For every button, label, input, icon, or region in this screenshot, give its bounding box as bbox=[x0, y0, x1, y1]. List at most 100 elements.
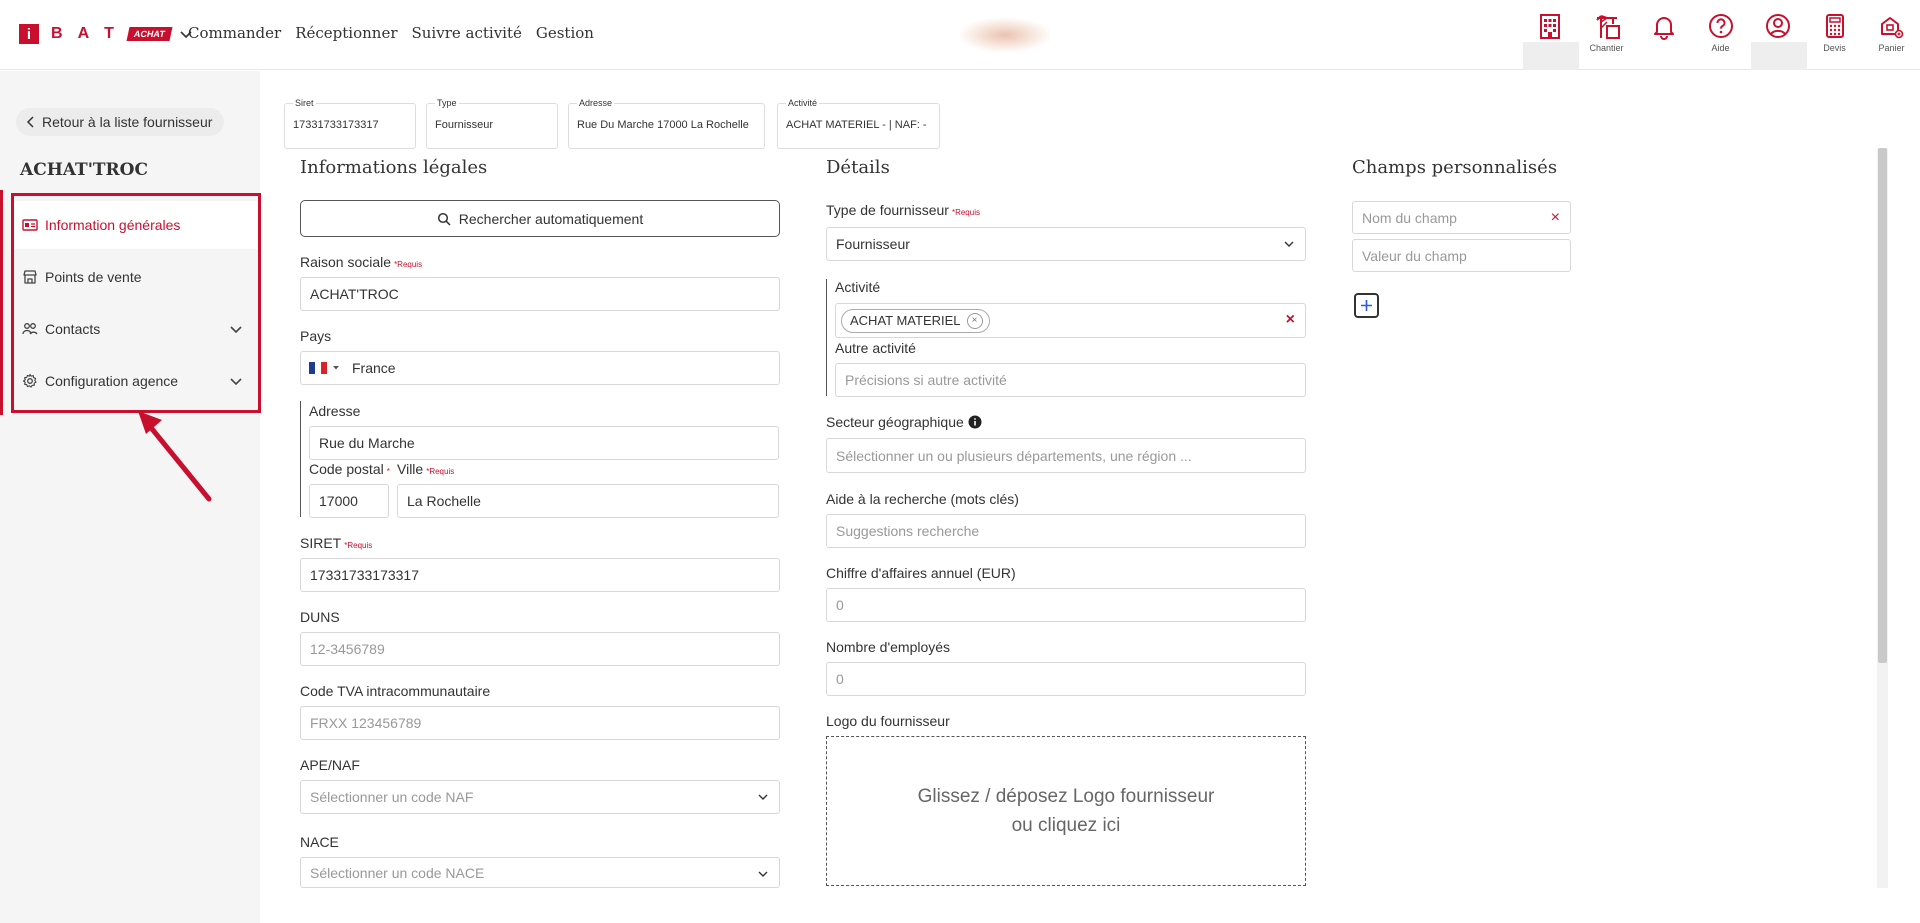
custom-field-value-input[interactable]: Valeur du champ bbox=[1352, 239, 1571, 272]
scrollbar-thumb[interactable] bbox=[1878, 148, 1887, 663]
ape-naf-label: APE/NAF bbox=[300, 757, 360, 773]
search-icon bbox=[437, 212, 451, 226]
annotation-arrow bbox=[138, 411, 212, 502]
nav-receptionner[interactable]: Réceptionner bbox=[295, 24, 397, 42]
pays-select[interactable]: France bbox=[300, 351, 780, 385]
user-icon bbox=[1765, 14, 1790, 38]
top-icons: Chantier Aide Devis Panier bbox=[1521, 0, 1920, 70]
tva-label: Code TVA intracommunautaire bbox=[300, 683, 491, 699]
panier-button[interactable]: Panier bbox=[1863, 0, 1920, 70]
nav-commander[interactable]: Commander bbox=[188, 24, 281, 42]
users-icon bbox=[22, 323, 38, 335]
raison-sociale-label: Raison sociale *Requis bbox=[300, 254, 423, 270]
account-button[interactable] bbox=[1749, 0, 1807, 70]
nace-label: NACE bbox=[300, 834, 339, 850]
active-accent-bar bbox=[0, 190, 3, 415]
sidebar: Retour à la liste fournisseur ACHAT'TROC… bbox=[0, 71, 261, 923]
tva-input[interactable]: FRXX 123456789 bbox=[300, 706, 780, 740]
building-button[interactable] bbox=[1521, 0, 1579, 70]
plus-icon bbox=[1361, 300, 1372, 311]
autre-activite-input[interactable]: Précisions si autre activité bbox=[835, 363, 1306, 397]
duns-input[interactable]: 12-3456789 bbox=[300, 632, 780, 666]
company-title: ACHAT'TROC bbox=[20, 160, 149, 180]
secteur-label: Secteur géographique bbox=[826, 414, 982, 430]
info-icon[interactable] bbox=[968, 415, 982, 429]
adresse-label: Adresse bbox=[309, 403, 361, 419]
summary-siret: Siret 17331733173317 bbox=[284, 98, 416, 149]
back-to-list-link[interactable]: Retour à la liste fournisseur bbox=[16, 108, 225, 136]
secteur-select[interactable]: Sélectionner un ou plusieurs département… bbox=[826, 438, 1306, 473]
chiffre-affaires-label: Chiffre d'affaires annuel (EUR) bbox=[826, 565, 1016, 581]
siret-input[interactable]: 17331733173317 bbox=[300, 558, 780, 592]
france-flag-icon bbox=[309, 362, 327, 374]
duns-label: DUNS bbox=[300, 609, 340, 625]
sidebar-item-information-generales[interactable]: Information générales bbox=[14, 201, 258, 249]
add-custom-field-button[interactable] bbox=[1354, 293, 1379, 318]
highlight-box: Information générales Points de vente Co… bbox=[11, 193, 261, 413]
logo-label: Logo du fournisseur bbox=[826, 713, 950, 729]
auto-search-button[interactable]: Rechercher automatiquement bbox=[300, 200, 780, 237]
chevron-down-icon bbox=[758, 871, 768, 877]
chevron-down-icon[interactable] bbox=[228, 321, 244, 337]
siret-label: SIRET *Requis bbox=[300, 535, 373, 551]
gear-icon bbox=[22, 373, 37, 388]
main-nav: Commander Réceptionner Suivre activité G… bbox=[188, 24, 594, 42]
notifications-button[interactable] bbox=[1635, 0, 1692, 70]
blurred-label bbox=[1523, 42, 1579, 70]
remove-tag-icon[interactable]: × bbox=[966, 312, 983, 329]
blurred-label bbox=[1751, 42, 1807, 70]
chevron-down-icon[interactable] bbox=[228, 373, 244, 389]
chevron-down-icon bbox=[1284, 241, 1294, 247]
chiffre-affaires-input[interactable]: 0 bbox=[826, 588, 1306, 622]
nav-gestion[interactable]: Gestion bbox=[536, 24, 594, 42]
sidebar-item-configuration-agence[interactable]: Configuration agence bbox=[14, 357, 258, 405]
help-button[interactable]: Aide bbox=[1692, 0, 1749, 70]
nav-suivre-activite[interactable]: Suivre activité bbox=[412, 24, 522, 42]
type-fournisseur-select[interactable]: Fournisseur bbox=[826, 227, 1306, 261]
sidebar-item-points-de-vente[interactable]: Points de vente bbox=[14, 253, 258, 301]
details-section-title: Détails bbox=[826, 157, 890, 178]
logo-dropzone[interactable]: Glissez / déposez Logo fournisseur ou cl… bbox=[826, 736, 1306, 886]
address-group-bar bbox=[300, 401, 301, 517]
code-postal-input[interactable]: 17000 bbox=[309, 484, 389, 518]
building-icon bbox=[1539, 14, 1560, 39]
raison-sociale-input[interactable]: ACHAT'TROC bbox=[300, 277, 780, 311]
caret-down-icon bbox=[333, 366, 339, 370]
top-bar: i BAT ACHAT Commander Réceptionner Suivr… bbox=[0, 0, 1920, 70]
custom-field-name-input[interactable]: Nom du champ × bbox=[1352, 201, 1571, 234]
chevron-down-icon bbox=[758, 794, 768, 800]
activity-group-bar bbox=[826, 279, 827, 396]
clear-icon[interactable]: × bbox=[1286, 311, 1295, 329]
ville-label: Ville *Requis bbox=[397, 461, 455, 477]
bell-icon bbox=[1653, 17, 1674, 40]
activity-tag: ACHAT MATERIEL × bbox=[841, 308, 990, 333]
ibat-logo[interactable]: i BAT ACHAT bbox=[19, 24, 193, 44]
chevron-left-icon bbox=[26, 116, 34, 128]
back-link-label: Retour à la liste fournisseur bbox=[42, 114, 213, 130]
employes-input[interactable]: 0 bbox=[826, 662, 1306, 696]
legal-section-title: Informations légales bbox=[300, 157, 488, 178]
logo-badge: ACHAT bbox=[126, 27, 173, 41]
chantier-button[interactable]: Chantier bbox=[1578, 0, 1635, 70]
logo-mark: i bbox=[19, 24, 39, 44]
adresse-input[interactable]: Rue du Marche bbox=[309, 426, 779, 460]
ville-input[interactable]: La Rochelle bbox=[397, 484, 779, 518]
nace-select[interactable]: Sélectionner un code NACE bbox=[300, 857, 780, 888]
remove-field-icon[interactable]: × bbox=[1551, 209, 1560, 227]
custom-section-title: Champs personnalisés bbox=[1352, 157, 1558, 178]
activite-label: Activité bbox=[835, 279, 881, 295]
aide-recherche-label: Aide à la recherche (mots clés) bbox=[826, 491, 1019, 507]
devis-button[interactable]: Devis bbox=[1806, 0, 1863, 70]
ape-naf-select[interactable]: Sélectionner un code NAF bbox=[300, 780, 780, 814]
sidebar-item-label: Configuration agence bbox=[45, 373, 179, 389]
pays-label: Pays bbox=[300, 328, 332, 344]
crane-icon bbox=[1595, 15, 1620, 39]
sidebar-item-label: Information générales bbox=[45, 217, 181, 233]
activite-multiselect[interactable]: ACHAT MATERIEL × × bbox=[835, 303, 1306, 338]
scrollbar[interactable] bbox=[1877, 148, 1888, 888]
id-card-icon bbox=[22, 219, 38, 231]
summary-adresse: Adresse Rue Du Marche 17000 La Rochelle bbox=[568, 98, 765, 149]
code-postal-label: Code postal * bbox=[309, 461, 390, 477]
aide-recherche-input[interactable]: Suggestions recherche bbox=[826, 514, 1306, 548]
sidebar-item-contacts[interactable]: Contacts bbox=[14, 305, 258, 353]
